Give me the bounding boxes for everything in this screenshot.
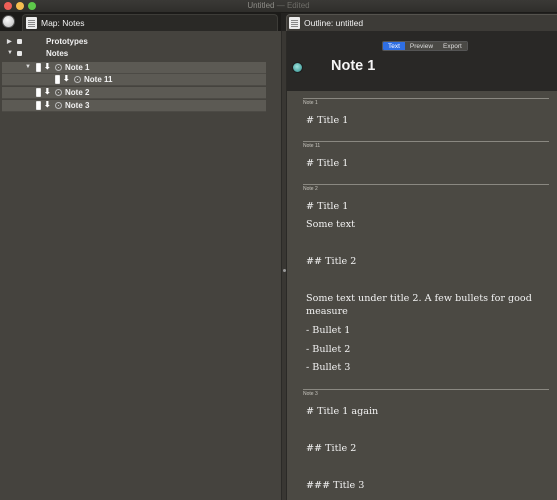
device-icon: [36, 101, 41, 110]
target-icon: [55, 89, 62, 96]
section-label: Note 2: [303, 186, 318, 192]
map-row-label: Notes: [46, 49, 69, 58]
note-badge-icon[interactable]: [292, 62, 303, 73]
map-row-label: Note 1: [65, 63, 90, 72]
map-row-label: Note 11: [84, 75, 113, 84]
document-icon: [26, 17, 37, 29]
edited-status: Edited: [286, 1, 310, 10]
device-icon: [55, 75, 60, 84]
arrow-down-icon: ⬇: [44, 87, 51, 96]
map-row-label: Note 3: [65, 101, 90, 110]
text-line[interactable]: Some text: [306, 218, 546, 231]
map-row-notes[interactable]: ▼ Notes: [0, 48, 281, 60]
document-name: Untitled: [247, 1, 275, 10]
view-mode-preview-button[interactable]: Preview: [404, 42, 439, 50]
bullet-line[interactable]: - Bullet 3: [306, 361, 546, 374]
tab-outline[interactable]: Outline: untitled: [286, 14, 557, 31]
device-icon: [36, 63, 41, 72]
text-line[interactable]: ### Title 3: [306, 479, 546, 492]
arrow-down-icon: ⬇: [44, 62, 51, 71]
section-label: Note 11: [303, 143, 321, 149]
text-line[interactable]: ## Title 2: [306, 255, 546, 268]
section-divider: [303, 141, 549, 142]
window-title: Untitled — Edited: [0, 1, 557, 10]
section-divider: [303, 98, 549, 99]
text-line[interactable]: # Title 1 again: [306, 405, 546, 418]
note-box-icon: [17, 51, 22, 56]
text-line[interactable]: # Title 1: [306, 157, 546, 170]
text-line[interactable]: # Title 1: [306, 114, 546, 127]
tab-strip: Map: Notes Outline: untitled: [0, 13, 557, 31]
text-line[interactable]: # Title 1: [306, 200, 546, 213]
target-icon: [74, 76, 81, 83]
bullet-line[interactable]: - Bullet 1: [306, 324, 546, 337]
map-view[interactable]: ▶ Prototypes ▼ Notes ▼ ⬇ Note 1 ⬇ Note 1…: [0, 31, 281, 500]
section-divider: [303, 389, 549, 390]
text-paragraph[interactable]: Some text under title 2. A few bullets f…: [306, 292, 546, 318]
view-mode-text-button[interactable]: Text: [383, 42, 405, 50]
note-header: Text Preview Export Note 1: [287, 31, 557, 91]
section-label: Note 3: [303, 391, 318, 397]
map-row-note-2[interactable]: ⬇ Note 2: [2, 87, 266, 99]
device-icon: [36, 88, 41, 97]
view-mode-segmented-control[interactable]: Text Preview Export: [382, 41, 468, 51]
map-row-prototypes[interactable]: ▶ Prototypes: [0, 36, 281, 48]
bullet-line[interactable]: - Bullet 2: [306, 343, 546, 356]
disclosure-triangle-icon[interactable]: ▶: [7, 38, 12, 45]
section-divider: [303, 184, 549, 185]
disclosure-triangle-icon[interactable]: ▼: [25, 64, 31, 70]
map-row-label: Note 2: [65, 88, 90, 97]
section-label: Note 1: [303, 100, 318, 106]
tab-map-label: Map: Notes: [41, 18, 85, 28]
title-separator: —: [274, 1, 287, 10]
disclosure-triangle-icon[interactable]: ▼: [7, 50, 13, 56]
map-row-note-3[interactable]: ⬇ Note 3: [2, 100, 266, 112]
map-row-note-11[interactable]: ⬇ Note 11: [2, 74, 266, 86]
view-mode-export-button[interactable]: Export: [438, 42, 467, 50]
tab-map-notes[interactable]: Map: Notes: [22, 14, 278, 31]
document-icon: [289, 17, 300, 29]
target-icon: [55, 102, 62, 109]
note-title[interactable]: Note 1: [331, 58, 375, 74]
target-icon: [55, 64, 62, 71]
text-line[interactable]: ## Title 2: [306, 442, 546, 455]
map-tab-area: Map: Notes: [0, 13, 281, 31]
outline-text-view[interactable]: Text Preview Export Note 1 Note 1 # Titl…: [287, 31, 557, 500]
note-box-icon: [17, 39, 22, 44]
splitter-handle-icon[interactable]: [283, 269, 286, 272]
map-row-note-1[interactable]: ▼ ⬇ Note 1: [2, 62, 266, 74]
view-toggle-icon[interactable]: [2, 15, 15, 28]
map-row-label: Prototypes: [46, 37, 88, 46]
arrow-down-icon: ⬇: [63, 74, 70, 83]
arrow-down-icon: ⬇: [44, 100, 51, 109]
tab-outline-label: Outline: untitled: [304, 18, 364, 28]
window-titlebar: Untitled — Edited: [0, 0, 557, 13]
